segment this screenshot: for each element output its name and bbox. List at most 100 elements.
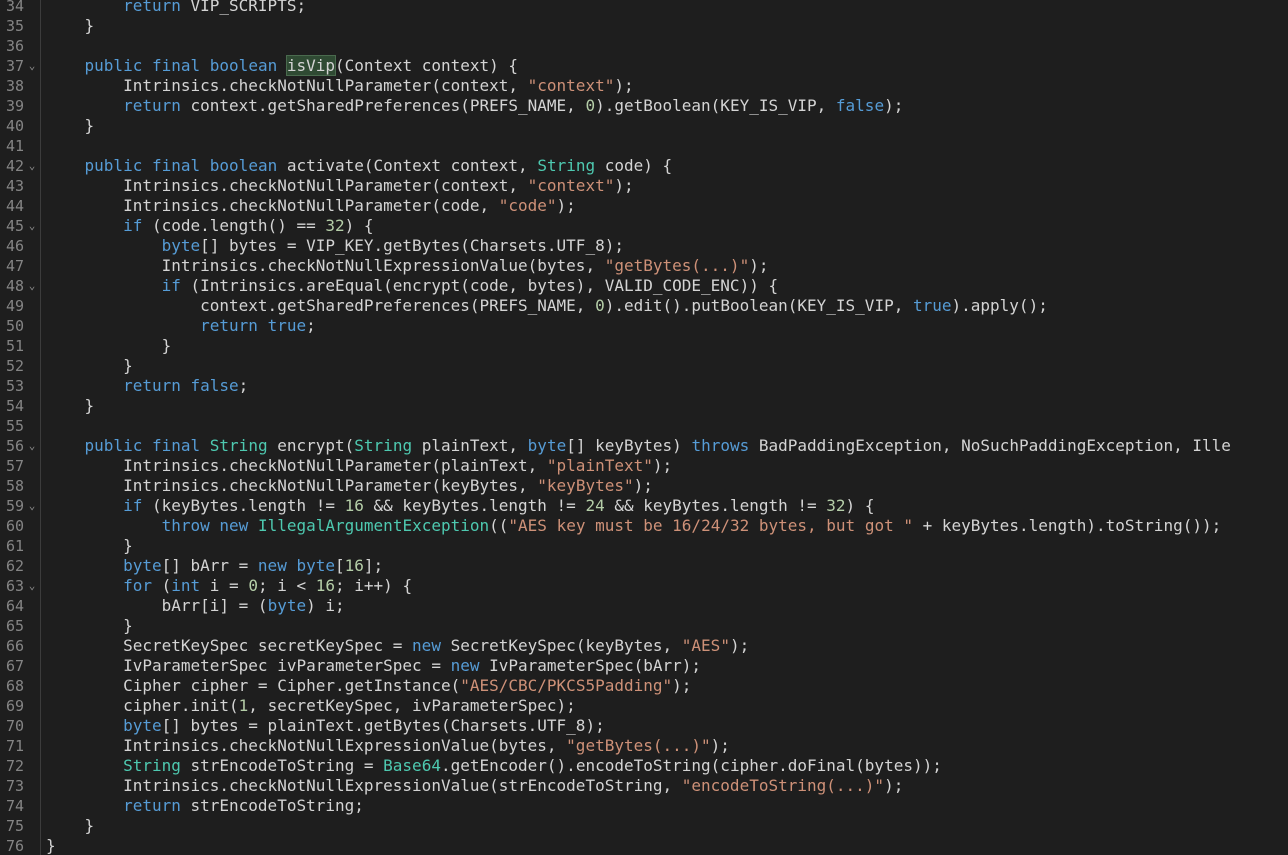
code-content[interactable]: Intrinsics.checkNotNullParameter(context…: [46, 76, 634, 96]
code-content[interactable]: }: [46, 16, 95, 36]
code-content[interactable]: if (code.length() == 32) {: [46, 216, 373, 236]
code-editor[interactable]: 34 return VIP_SCRIPTS; 35 } 36 37 ⌄ public f…: [0, 0, 1288, 855]
code-content[interactable]: }: [46, 816, 95, 836]
code-line[interactable]: 52 }: [0, 356, 1288, 376]
code-content[interactable]: byte[] bytes = plainText.getBytes(Charse…: [46, 716, 605, 736]
fold-chevron-icon[interactable]: ⌄: [26, 436, 38, 456]
code-line[interactable]: 50 return true;: [0, 316, 1288, 336]
code-line[interactable]: 63 ⌄ for (int i = 0; i < 16; i++) {: [0, 576, 1288, 596]
line-number: 64: [5, 597, 24, 615]
code-content[interactable]: byte[] bytes = VIP_KEY.getBytes(Charsets…: [46, 236, 624, 256]
number-token: 32: [325, 216, 345, 235]
code-line[interactable]: 48 ⌄ if (Intrinsics.areEqual(encrypt(code…: [0, 276, 1288, 296]
code-line[interactable]: 40 }: [0, 116, 1288, 136]
code-line[interactable]: 43 Intrinsics.checkNotNullParameter(cont…: [0, 176, 1288, 196]
code-content[interactable]: Intrinsics.checkNotNullParameter(context…: [46, 176, 634, 196]
code-line[interactable]: 74 return strEncodeToString;: [0, 796, 1288, 816]
code-content[interactable]: bArr[i] = (byte) i;: [46, 596, 345, 616]
code-line[interactable]: 62 byte[] bArr = new byte[16];: [0, 556, 1288, 576]
code-line[interactable]: 67 IvParameterSpec ivParameterSpec = new…: [0, 656, 1288, 676]
code-content[interactable]: }: [46, 836, 56, 855]
code-content[interactable]: Intrinsics.checkNotNullParameter(keyByte…: [46, 476, 653, 496]
code-line[interactable]: 54 }: [0, 396, 1288, 416]
code-line[interactable]: 38 Intrinsics.checkNotNullParameter(cont…: [0, 76, 1288, 96]
code-line[interactable]: 36: [0, 36, 1288, 56]
code-line[interactable]: 76}: [0, 836, 1288, 855]
code-line[interactable]: 71 Intrinsics.checkNotNullExpressionValu…: [0, 736, 1288, 756]
code-content[interactable]: byte[] bArr = new byte[16];: [46, 556, 383, 576]
code-line[interactable]: 61 }: [0, 536, 1288, 556]
fold-chevron-icon[interactable]: ⌄: [26, 576, 38, 596]
code-content[interactable]: public final String encrypt(String plain…: [46, 436, 1231, 456]
code-line[interactable]: 60 throw new IllegalArgumentException(("…: [0, 516, 1288, 536]
code-line[interactable]: 64 bArr[i] = (byte) i;: [0, 596, 1288, 616]
number-token: 0: [595, 296, 605, 315]
code-line[interactable]: 46 byte[] bytes = VIP_KEY.getBytes(Chars…: [0, 236, 1288, 256]
code-text: );: [710, 736, 730, 755]
code-line[interactable]: 34 return VIP_SCRIPTS;: [0, 0, 1288, 16]
code-text: (Intrinsics.areEqual(encrypt(code, bytes…: [180, 276, 779, 295]
code-line[interactable]: 70 byte[] bytes = plainText.getBytes(Cha…: [0, 716, 1288, 736]
code-line[interactable]: 45 ⌄ if (code.length() == 32) {: [0, 216, 1288, 236]
code-content[interactable]: public final boolean isVip(Context conte…: [46, 55, 518, 76]
keyword-token: final: [151, 436, 201, 455]
code-line[interactable]: 66 SecretKeySpec secretKeySpec = new Sec…: [0, 636, 1288, 656]
code-line[interactable]: 72 String strEncodeToString = Base64.get…: [0, 756, 1288, 776]
line-number: 46: [5, 237, 24, 255]
code-content[interactable]: }: [46, 616, 133, 636]
code-text: Cipher cipher = Cipher.getInstance(: [46, 676, 461, 695]
code-content[interactable]: Intrinsics.checkNotNullExpressionValue(s…: [46, 776, 903, 796]
code-content[interactable]: }: [46, 396, 95, 416]
code-line[interactable]: 37 ⌄ public final boolean isVip(Context c…: [0, 55, 1288, 76]
code-line[interactable]: 58 Intrinsics.checkNotNullParameter(keyB…: [0, 476, 1288, 496]
code-line[interactable]: 42 ⌄ public final boolean activate(Contex…: [0, 156, 1288, 176]
code-content[interactable]: Intrinsics.checkNotNullExpressionValue(b…: [46, 256, 769, 276]
code-line[interactable]: 35 }: [0, 16, 1288, 36]
code-content[interactable]: return false;: [46, 376, 248, 396]
code-content[interactable]: IvParameterSpec ivParameterSpec = new Iv…: [46, 656, 701, 676]
code-line[interactable]: 69 cipher.init(1, secretKeySpec, ivParam…: [0, 696, 1288, 716]
code-line[interactable]: 49 context.getSharedPreferences(PREFS_NA…: [0, 296, 1288, 316]
code-content[interactable]: Intrinsics.checkNotNullExpressionValue(b…: [46, 736, 730, 756]
code-line[interactable]: 68 Cipher cipher = Cipher.getInstance("A…: [0, 676, 1288, 696]
code-content[interactable]: Intrinsics.checkNotNullParameter(code, "…: [46, 196, 576, 216]
code-line[interactable]: 47 Intrinsics.checkNotNullExpressionValu…: [0, 256, 1288, 276]
code-content[interactable]: return strEncodeToString;: [46, 796, 364, 816]
fold-chevron-icon[interactable]: ⌄: [26, 156, 38, 176]
code-content[interactable]: String strEncodeToString = Base64.getEnc…: [46, 756, 942, 776]
code-content[interactable]: cipher.init(1, secretKeySpec, ivParamete…: [46, 696, 576, 716]
code-line[interactable]: 41: [0, 136, 1288, 156]
code-line[interactable]: 44 Intrinsics.checkNotNullParameter(code…: [0, 196, 1288, 216]
code-line[interactable]: 55: [0, 416, 1288, 436]
code-line[interactable]: 75 }: [0, 816, 1288, 836]
code-lines[interactable]: 34 return VIP_SCRIPTS; 35 } 36 37 ⌄ public f…: [0, 0, 1288, 855]
code-content[interactable]: SecretKeySpec secretKeySpec = new Secret…: [46, 636, 749, 656]
code-line[interactable]: 39 return context.getSharedPreferences(P…: [0, 96, 1288, 116]
code-line[interactable]: 51 }: [0, 336, 1288, 356]
code-line[interactable]: 56 ⌄ public final String encrypt(String p…: [0, 436, 1288, 456]
code-content[interactable]: }: [46, 536, 133, 556]
code-content[interactable]: if (Intrinsics.areEqual(encrypt(code, by…: [46, 276, 779, 296]
fold-chevron-icon[interactable]: ⌄: [26, 216, 38, 236]
code-line[interactable]: 57 Intrinsics.checkNotNullParameter(plai…: [0, 456, 1288, 476]
fold-chevron-icon[interactable]: ⌄: [26, 276, 38, 296]
code-content[interactable]: return true;: [46, 316, 316, 336]
code-content[interactable]: return context.getSharedPreferences(PREF…: [46, 96, 903, 116]
code-content[interactable]: Intrinsics.checkNotNullParameter(plainTe…: [46, 456, 672, 476]
code-line[interactable]: 73 Intrinsics.checkNotNullExpressionValu…: [0, 776, 1288, 796]
fold-chevron-icon[interactable]: ⌄: [26, 56, 38, 76]
code-content[interactable]: throw new IllegalArgumentException(("AES…: [46, 516, 1222, 536]
fold-chevron-icon[interactable]: ⌄: [26, 496, 38, 516]
code-content[interactable]: context.getSharedPreferences(PREFS_NAME,…: [46, 296, 1048, 316]
code-content[interactable]: }: [46, 116, 95, 136]
code-content[interactable]: }: [46, 356, 133, 376]
code-content[interactable]: Cipher cipher = Cipher.getInstance("AES/…: [46, 676, 691, 696]
code-content[interactable]: for (int i = 0; i < 16; i++) {: [46, 576, 412, 596]
code-content[interactable]: }: [46, 336, 172, 356]
code-line[interactable]: 53 return false;: [0, 376, 1288, 396]
code-line[interactable]: 65 }: [0, 616, 1288, 636]
code-content[interactable]: return VIP_SCRIPTS;: [46, 0, 306, 16]
code-line[interactable]: 59 ⌄ if (keyBytes.length != 16 && keyByte…: [0, 496, 1288, 516]
code-content[interactable]: public final boolean activate(Context co…: [46, 156, 673, 176]
code-content[interactable]: if (keyBytes.length != 16 && keyBytes.le…: [46, 496, 874, 516]
